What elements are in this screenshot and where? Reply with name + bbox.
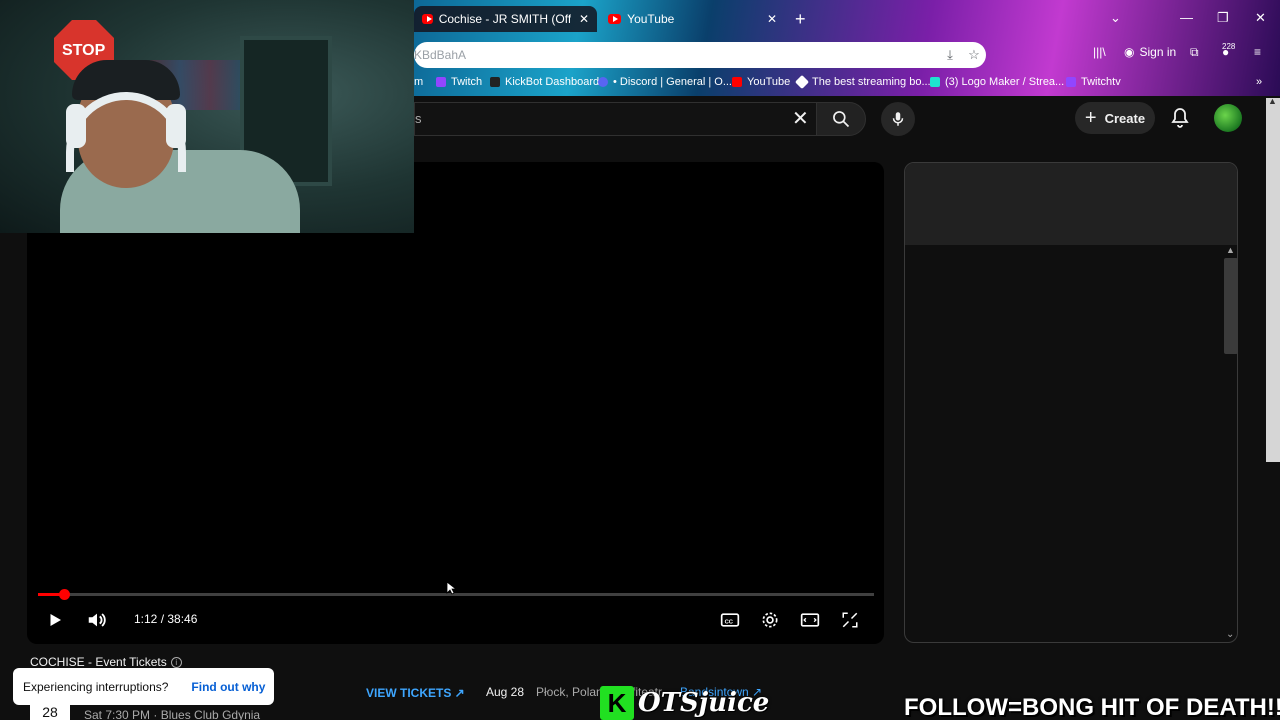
follow-banner: FOLLOW=BONG HIT OF DEATH!!! <box>904 694 1280 720</box>
event-detail: Sat 7:30 PM · Blues Club Gdynia <box>84 708 261 720</box>
youtube-favicon-icon <box>608 14 622 24</box>
streamer-name: OTSjuice <box>638 688 770 718</box>
event-day: 28 <box>30 704 70 720</box>
captions-icon: CC <box>720 613 740 627</box>
close-window-icon[interactable]: ✕ <box>1255 10 1266 26</box>
screen: Cochise - JR SMITH (Official Mu ✕ YouTub… <box>0 0 1280 720</box>
event-tickets-heading: COCHISE - Event Tickets i <box>30 655 182 669</box>
notification-count: 228 <box>1222 42 1236 51</box>
search-input[interactable]: s <box>414 102 816 136</box>
account-icon: ◉ <box>1124 45 1135 59</box>
search-icon <box>833 111 850 128</box>
sign-in-label: Sign in <box>1139 45 1177 59</box>
bookmark-twitch[interactable]: Twitch <box>436 76 482 88</box>
bookmark-twitchtv[interactable]: Twitchtv <box>1066 76 1121 88</box>
logo-maker-icon <box>930 77 940 87</box>
bookmark-item[interactable]: m <box>414 76 423 88</box>
scroll-up-icon[interactable]: ▲ <box>1226 245 1235 255</box>
install-icon[interactable]: ⤓ <box>942 47 958 63</box>
chat-panel <box>904 162 1238 643</box>
view-tickets-link[interactable]: VIEW TICKETS ↗ <box>366 686 465 700</box>
page-scroll-up-icon[interactable]: ▲ <box>1268 96 1277 106</box>
streamer-brand-overlay: K OTSjuice <box>600 686 769 720</box>
search-button[interactable] <box>816 102 866 136</box>
tab-title: Cochise - JR SMITH (Official Mu <box>438 12 571 26</box>
scroll-down-icon[interactable]: ⌄ <box>1226 629 1234 640</box>
toast-text: Experiencing interruptions? <box>23 679 169 694</box>
fullscreen-button[interactable] <box>838 608 862 632</box>
video-player[interactable] <box>27 162 884 644</box>
bookmark-star-icon[interactable]: ☆ <box>966 47 982 63</box>
clear-search-icon[interactable]: ✕ <box>792 106 809 131</box>
webcam-overlay: STOP <box>0 0 414 233</box>
discord-icon <box>598 77 608 87</box>
gear-icon <box>762 612 778 628</box>
create-button[interactable]: + Create <box>1075 102 1155 134</box>
kick-logo-icon: K <box>600 686 634 720</box>
more-bookmarks-icon[interactable]: » <box>1256 76 1262 88</box>
chat-panel-header <box>905 163 1237 245</box>
close-tab-icon[interactable]: ✕ <box>579 12 589 26</box>
mouse-cursor-icon <box>446 581 456 595</box>
progress-bar[interactable] <box>38 593 874 596</box>
plus-icon: + <box>1084 106 1097 129</box>
settings-button[interactable] <box>758 608 782 632</box>
tab-list-chevron-icon[interactable]: ⌄ <box>1110 10 1121 26</box>
twitch-icon <box>1066 77 1076 87</box>
theater-mode-button[interactable] <box>798 608 822 632</box>
tab-cochise[interactable]: Cochise - JR SMITH (Official Mu ✕ <box>414 6 597 32</box>
volume-button[interactable] <box>85 608 109 632</box>
avatar[interactable] <box>1214 104 1242 132</box>
twitch-icon <box>436 77 446 87</box>
notifications-bell-icon[interactable] <box>1168 106 1192 130</box>
volume-icon <box>88 613 106 627</box>
minimize-icon[interactable]: — <box>1180 10 1193 25</box>
interruptions-toast: Experiencing interruptions? Find out why <box>13 668 274 705</box>
streamelements-icon <box>794 74 810 90</box>
find-out-why-link[interactable]: Find out why <box>191 680 265 694</box>
page-scrollbar[interactable] <box>1266 98 1280 462</box>
tab-youtube[interactable]: YouTube ✕ <box>600 6 785 32</box>
captions-button[interactable]: CC <box>718 608 742 632</box>
youtube-icon <box>732 77 742 87</box>
menu-icon[interactable]: ≡ <box>1254 45 1261 59</box>
bookmark-discord[interactable]: • Discord | General | O... <box>598 76 732 88</box>
theater-mode-icon <box>800 613 820 627</box>
headphone-cup-right <box>166 104 186 148</box>
bookmark-streaming[interactable]: The best streaming bo... <box>794 74 931 90</box>
info-icon[interactable]: i <box>170 657 182 669</box>
extensions-icon[interactable]: ⧉ <box>1190 45 1199 60</box>
event2-date: Aug 28 <box>486 685 525 699</box>
bookmark-youtube[interactable]: YouTube <box>732 76 790 88</box>
library-icon[interactable]: |||\ <box>1093 45 1106 59</box>
bookmark-kickbot[interactable]: KickBot Dashboard <box>490 76 599 88</box>
url-text: KBdBahA <box>414 48 467 62</box>
close-tab-icon[interactable]: ✕ <box>767 12 777 26</box>
microphone-icon <box>892 112 904 126</box>
play-button[interactable] <box>43 608 67 632</box>
voice-search-button[interactable] <box>881 102 915 136</box>
search-query: s <box>415 111 422 126</box>
headphone-cup-left <box>66 104 86 148</box>
event2-location: Płock, Polan <box>536 685 603 699</box>
new-tab-icon[interactable]: + <box>795 9 806 30</box>
kickbot-icon <box>490 77 500 87</box>
play-icon <box>50 614 61 626</box>
fullscreen-icon <box>842 612 858 628</box>
create-label: Create <box>1104 110 1146 126</box>
time-display: 1:12 / 38:46 <box>134 612 198 626</box>
restore-icon[interactable]: ❐ <box>1217 10 1229 26</box>
youtube-favicon-icon <box>422 14 433 24</box>
scrubber-handle[interactable] <box>59 589 70 600</box>
svg-text:CC: CC <box>725 619 734 625</box>
tab-title: YouTube <box>627 12 675 26</box>
panel-scrollbar[interactable] <box>1224 258 1238 354</box>
address-bar[interactable]: KBdBahA ⤓ ☆ <box>414 42 986 68</box>
bookmark-logo-maker[interactable]: (3) Logo Maker / Strea... <box>930 76 1064 88</box>
account-button[interactable]: ◉ Sign in <box>1124 45 1176 59</box>
